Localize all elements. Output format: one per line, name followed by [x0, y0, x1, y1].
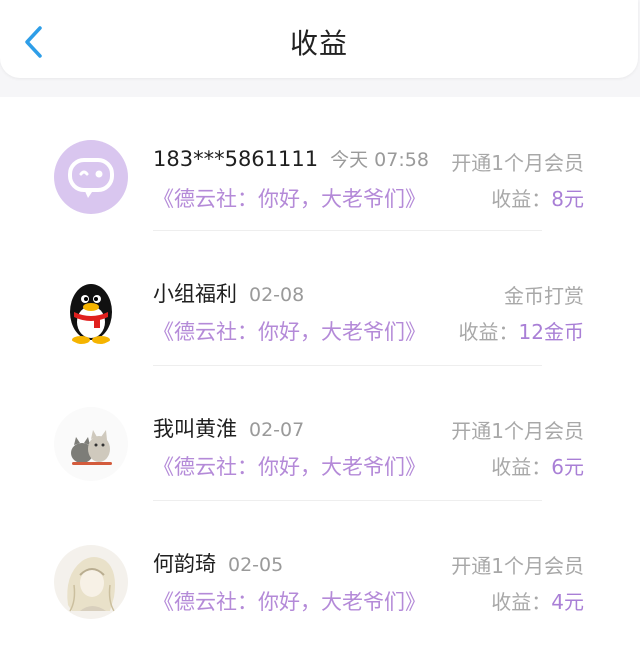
user-name: 183***5861111 今天 07:58: [153, 147, 429, 171]
chat-bubble-avatar-icon[interactable]: [54, 140, 128, 214]
action-text: 开通1个月会员: [451, 554, 584, 578]
user-name: 我叫黄淮 02-07: [153, 417, 305, 441]
record-time: 今天 07:58: [330, 149, 429, 171]
divider: [153, 500, 542, 501]
action-text: 开通1个月会员: [451, 419, 584, 443]
book-title[interactable]: 《德云社：你好，大老爷们》: [153, 451, 426, 481]
earning: 收益：4元: [491, 590, 584, 614]
book-title[interactable]: 《德云社：你好，大老爷们》: [153, 183, 426, 213]
divider: [153, 365, 542, 366]
earning-value: 12金币: [518, 320, 584, 344]
earning-value: 4元: [551, 590, 584, 614]
list-item[interactable]: 183***5861111 今天 07:58 《德云社：你好，大老爷们》 开通1个…: [0, 97, 640, 232]
penguin-avatar-icon[interactable]: [54, 272, 128, 346]
earning-value: 8元: [551, 187, 584, 211]
list-item[interactable]: 我叫黄淮 02-07 《德云社：你好，大老爷们》 开通1个月会员 收益：6元: [0, 367, 640, 502]
app-header: 收益: [0, 0, 638, 78]
cats-avatar-icon[interactable]: [54, 407, 128, 481]
earning: 收益：6元: [491, 455, 584, 479]
record-time: 02-08: [249, 284, 305, 306]
list-item[interactable]: 小组福利 02-08 《德云社：你好，大老爷们》 金币打赏 收益：12金币: [0, 232, 640, 367]
book-title[interactable]: 《德云社：你好，大老爷们》: [153, 316, 426, 346]
sketch-girl-avatar-icon[interactable]: [54, 545, 128, 619]
page-title: 收益: [289, 27, 348, 60]
earnings-list: 183***5861111 今天 07:58 《德云社：你好，大老爷们》 开通1个…: [0, 97, 640, 645]
divider: [153, 230, 542, 231]
action-text: 开通1个月会员: [451, 151, 584, 175]
user-name: 何韵琦 02-05: [153, 552, 284, 576]
book-title[interactable]: 《德云社：你好，大老爷们》: [153, 586, 426, 616]
earning-value: 6元: [551, 455, 584, 479]
action-text: 金币打赏: [504, 284, 584, 308]
list-item[interactable]: 何韵琦 02-05 《德云社：你好，大老爷们》 开通1个月会员 收益：4元: [0, 502, 640, 637]
record-time: 02-05: [228, 554, 284, 576]
earning: 收益：12金币: [458, 320, 584, 344]
user-name: 小组福利 02-08: [153, 282, 305, 306]
record-time: 02-07: [249, 419, 305, 441]
earning: 收益：8元: [491, 187, 584, 211]
